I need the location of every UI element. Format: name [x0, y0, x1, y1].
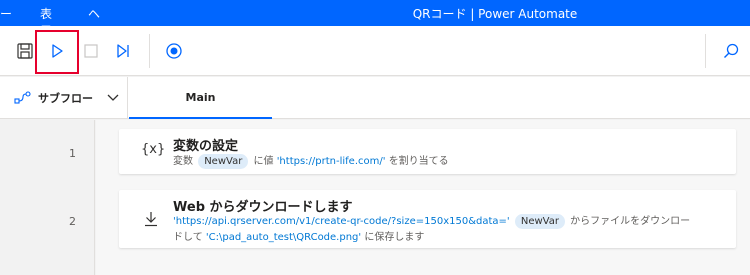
step-icon	[117, 44, 129, 58]
tab-strip: サブフロー Main	[0, 77, 750, 119]
run-next-action-button[interactable]	[110, 38, 136, 64]
variable-icon: {x}	[141, 142, 166, 157]
chevron-down-icon	[107, 94, 119, 101]
line-number: 2	[69, 215, 76, 228]
subflows-dropdown[interactable]: サブフロー	[0, 77, 128, 119]
desc-text: に保存します	[364, 232, 425, 243]
action-title: 変数の設定	[173, 139, 239, 154]
variable-chip[interactable]: NewVar	[514, 214, 565, 229]
tab-main[interactable]: Main	[129, 77, 272, 119]
desc-text: に値	[253, 156, 274, 167]
flow-workspace: {x} 変数の設定 変数 NewVar に値 'https://prtn-lif…	[96, 120, 750, 275]
path-text: 'C:\pad_auto_test\QRCode.png'	[205, 232, 362, 243]
value-text: 'https://prtn-life.com/'	[276, 156, 386, 167]
action-card-set-variable[interactable]: {x} 変数の設定 変数 NewVar に値 'https://prtn-lif…	[119, 129, 736, 174]
line-number: 1	[69, 147, 76, 160]
desc-text: からファイルをダウンロー	[570, 216, 691, 227]
stop-icon	[84, 44, 98, 58]
action-card-download-from-web[interactable]: Web からダウンロードします 'https://api.qrserver.co…	[119, 190, 736, 248]
action-description-line2: ドして 'C:\pad_auto_test\QRCode.png' に保存します	[173, 229, 424, 246]
toolbar-divider-right	[705, 34, 706, 68]
desc-text: 変数	[173, 156, 193, 167]
title-bar: ール 表示 ヘルプ QRコード | Power Automate	[0, 0, 750, 55]
variable-chip[interactable]: NewVar	[198, 154, 249, 169]
run-button[interactable]	[44, 38, 70, 64]
subflow-icon	[14, 91, 31, 104]
line-number-gutter: 1 2	[0, 120, 95, 275]
desc-text: ドして	[173, 232, 203, 243]
subflows-label: サブフロー	[38, 92, 93, 105]
toolbar	[0, 26, 750, 76]
save-icon	[17, 43, 33, 59]
window-title: QRコード | Power Automate	[412, 7, 578, 21]
tab-main-label: Main	[185, 90, 216, 104]
record-icon	[166, 43, 182, 59]
download-icon	[144, 211, 158, 231]
url-text: 'https://api.qrserver.com/v1/create-qr-c…	[173, 216, 510, 227]
search-button[interactable]	[718, 38, 744, 64]
stop-button[interactable]	[78, 38, 104, 64]
run-icon	[52, 44, 63, 58]
search-icon	[724, 43, 739, 58]
desc-text: を割り当てる	[388, 156, 449, 167]
action-description: 変数 NewVar に値 'https://prtn-life.com/' を割…	[173, 153, 449, 170]
toolbar-divider	[149, 34, 150, 68]
action-description-line1: 'https://api.qrserver.com/v1/create-qr-c…	[173, 213, 690, 230]
record-button[interactable]	[161, 38, 187, 64]
